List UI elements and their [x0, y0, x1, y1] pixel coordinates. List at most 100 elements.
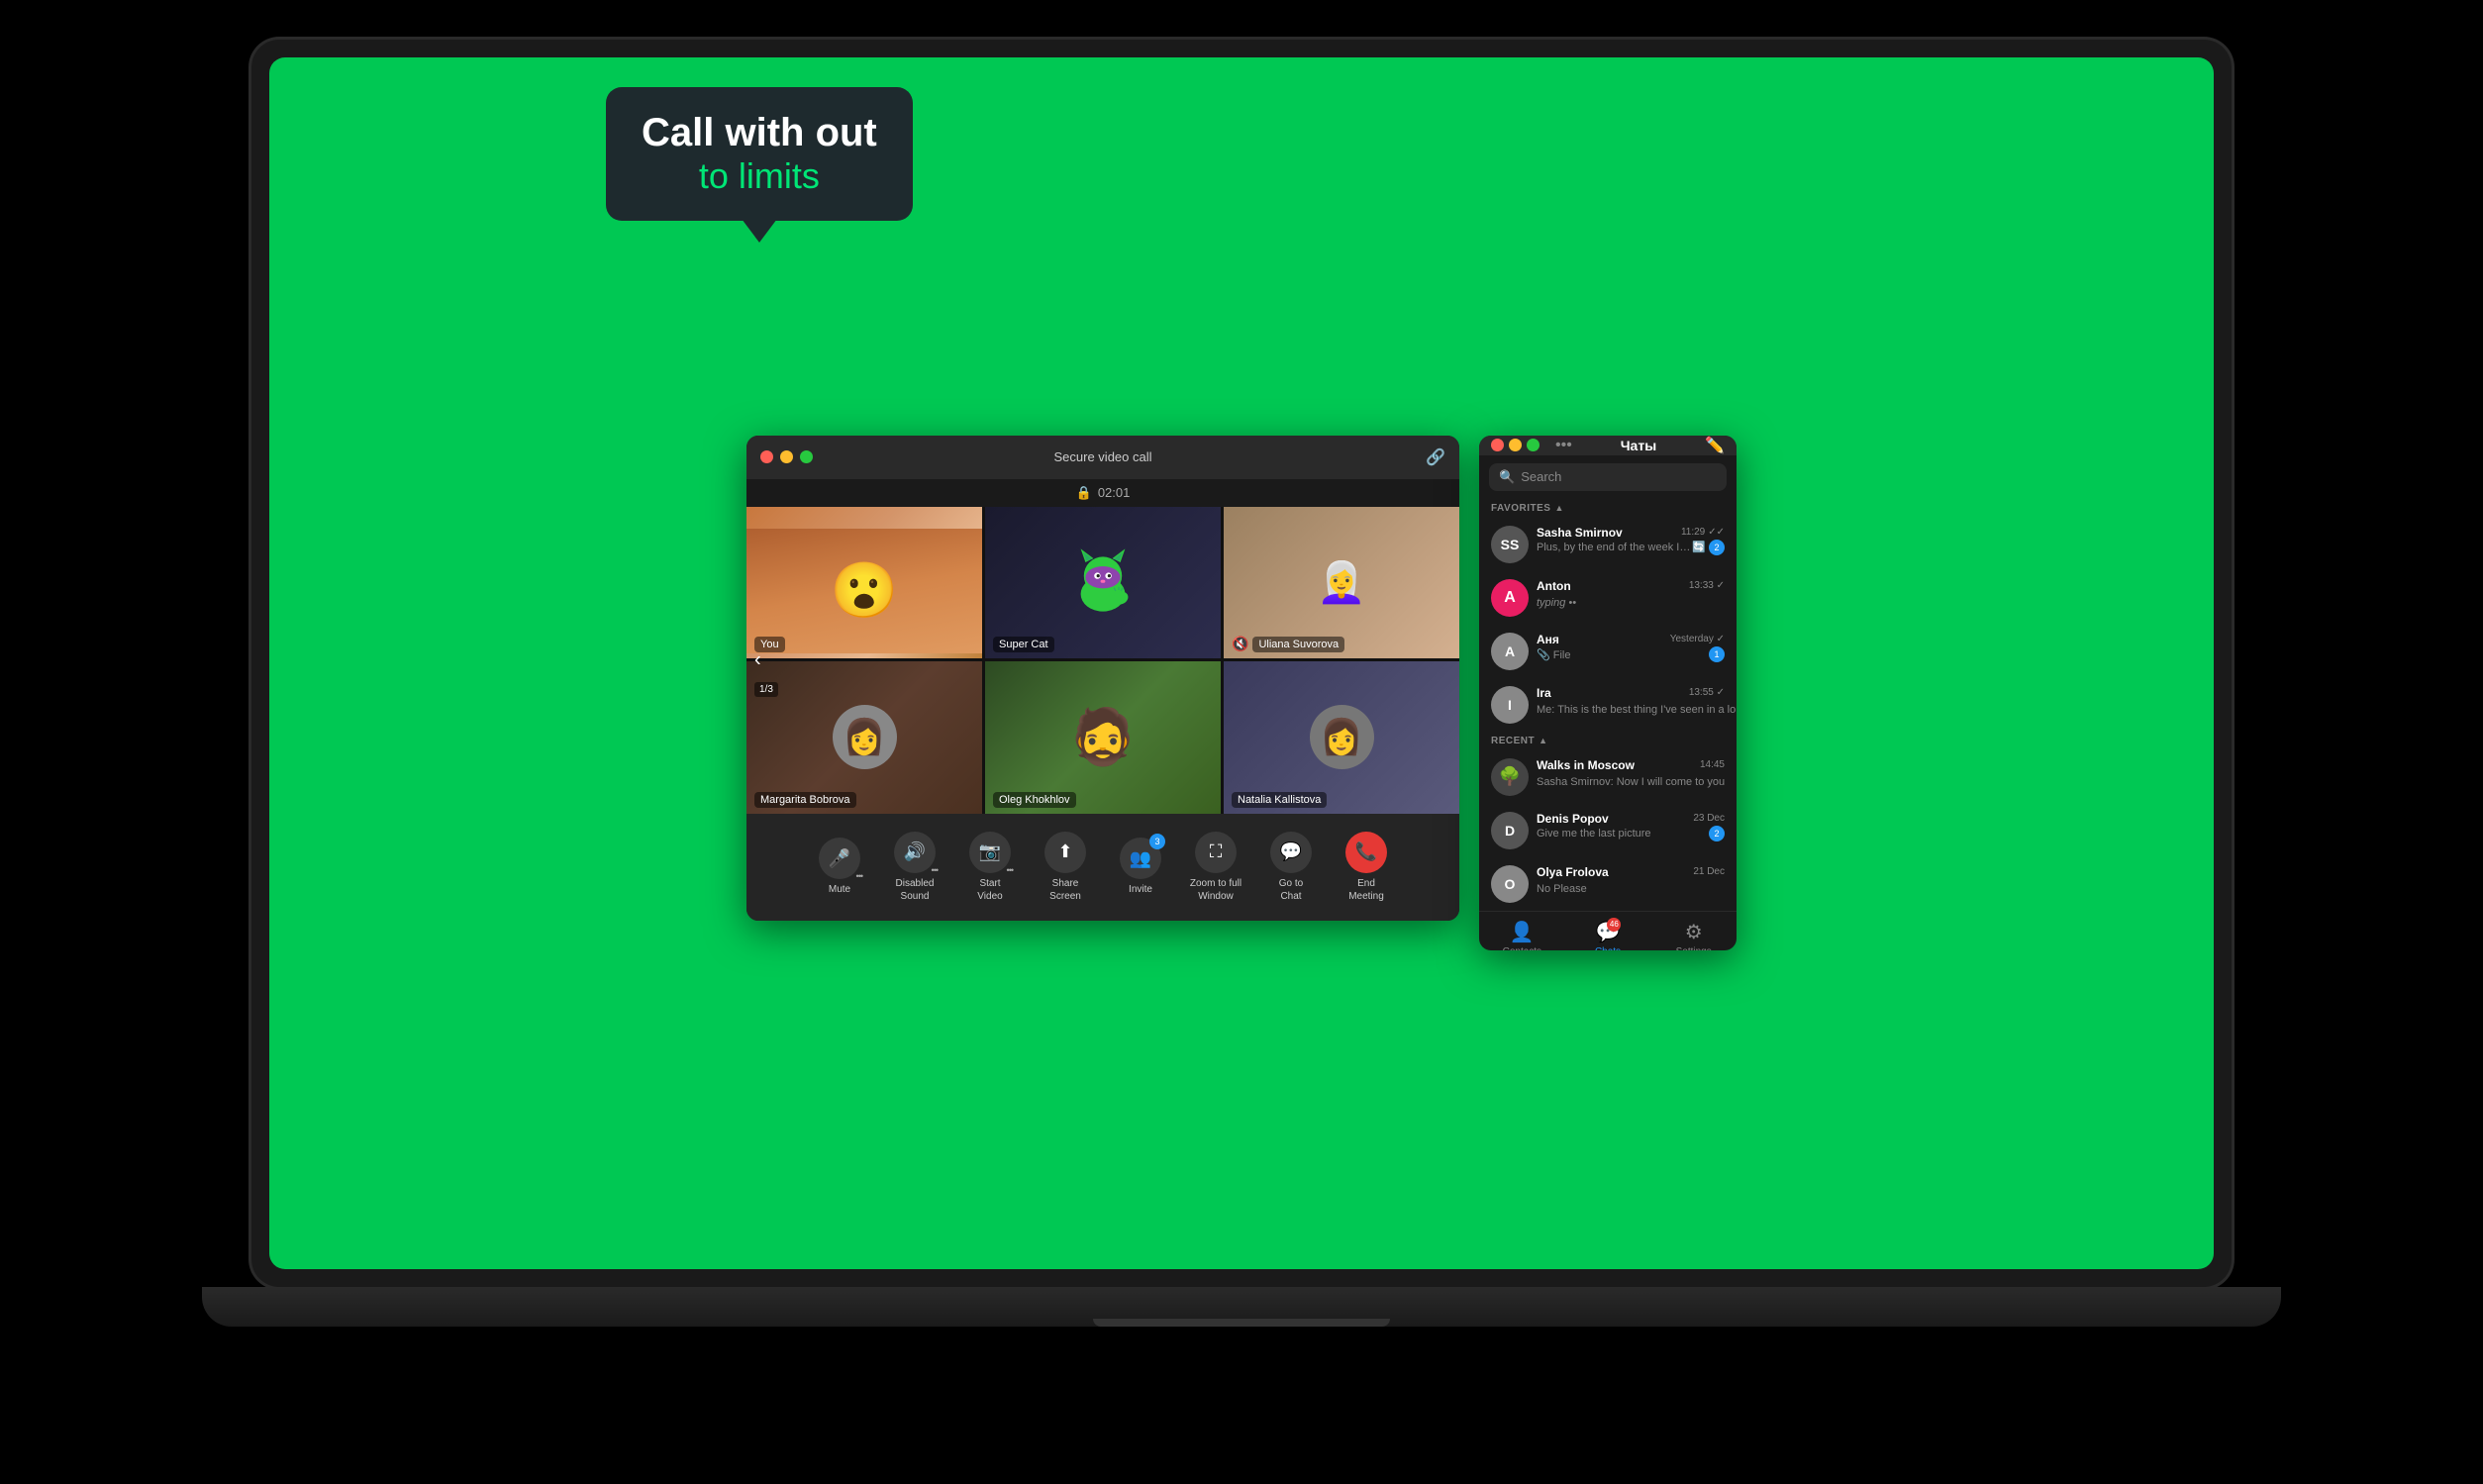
screen-content: Secure video call 🔗 🔒 02:01 ‹ 1/3 — [746, 436, 1737, 950]
chat-item-sasha[interactable]: SS Sasha Smirnov 11:29 ✓✓ Plus, by the e — [1479, 518, 1737, 571]
chat-traffic-lights — [1491, 439, 1539, 451]
settings-label: Settings — [1676, 946, 1712, 950]
page-indicator: 1/3 — [754, 682, 778, 697]
chat-item-walks[interactable]: 🌳 Walks in Moscow 14:45 Sasha Smirnov: N… — [1479, 750, 1737, 804]
zoom-label: Zoom to fullWindow — [1190, 877, 1242, 903]
zoom-window-button[interactable]: ⛶ Zoom to fullWindow — [1180, 826, 1251, 909]
go-to-chat-label: Go toChat — [1279, 877, 1303, 903]
screen-bezel: Call with out to limits Secure video cal… — [251, 40, 2232, 1287]
mute-button[interactable]: 🎤 ••• Mute — [804, 832, 875, 902]
chat-fullscreen[interactable] — [1527, 439, 1539, 451]
chat-titlebar: ••• Чаты ✏️ — [1479, 436, 1737, 455]
walks-content: Walks in Moscow 14:45 Sasha Smirnov: Now… — [1537, 758, 1725, 790]
disabled-sound-icon: 🔊 ••• — [894, 832, 936, 873]
anya-badge: 1 — [1709, 646, 1725, 662]
nav-contacts[interactable]: 👤 Contacts — [1479, 920, 1565, 950]
mute-dots: ••• — [856, 871, 862, 881]
ira-content: Ira 13:55 ✓ Me: This is the best thing I… — [1537, 686, 1725, 718]
avatar-olya: O — [1491, 865, 1529, 903]
sound-dots: ••• — [932, 865, 938, 875]
chat-more-icon[interactable]: ••• — [1555, 437, 1572, 454]
chat-bottom-nav: 👤 Contacts 💬 Chats 46 ⚙ Settings — [1479, 911, 1737, 950]
label-margarita: Margarita Bobrova — [754, 792, 856, 808]
fullscreen-button[interactable] — [800, 450, 813, 463]
chat-item-ira[interactable]: I Ira 13:55 ✓ Me: This is the best thing… — [1479, 678, 1737, 732]
invite-label: Invite — [1129, 883, 1152, 896]
share-screen-label: ShareScreen — [1049, 877, 1081, 903]
start-video-label: StartVideo — [977, 877, 1002, 903]
control-bar: 🎤 ••• Mute 🔊 ••• DisabledSound — [746, 814, 1459, 921]
label-uliana: Uliana Suvorova — [1252, 637, 1344, 652]
denis-content: Denis Popov 23 Dec Give me the last pict… — [1537, 812, 1725, 841]
laptop: Call with out to limits Secure video cal… — [152, 40, 2331, 1445]
zoom-icon: ⛶ — [1195, 832, 1237, 873]
label-oleg: Oleg Khokhlov — [993, 792, 1076, 808]
search-placeholder: Search — [1521, 469, 1561, 484]
link-icon: 🔗 — [1426, 447, 1445, 467]
go-to-chat-button[interactable]: 💬 Go toChat — [1255, 826, 1327, 909]
compose-icon[interactable]: ✏️ — [1705, 436, 1725, 455]
minimize-button[interactable] — [780, 450, 793, 463]
denis-time: 23 Dec — [1693, 813, 1725, 824]
bubble-line1: Call with out — [642, 111, 877, 155]
start-video-icon: 📷 ••• — [969, 832, 1011, 873]
recent-chevron: ▲ — [1539, 736, 1547, 745]
share-screen-button[interactable]: ⬆ ShareScreen — [1030, 826, 1101, 909]
anya-time: Yesterday ✓ — [1670, 634, 1725, 644]
avatar-sasha: SS — [1491, 526, 1529, 563]
recent-label: RECENT — [1491, 736, 1535, 746]
share-screen-icon: ⬆ — [1044, 832, 1086, 873]
favorites-label: FAVORITES — [1491, 503, 1550, 514]
chat-item-olya[interactable]: O Olya Frolova 21 Dec No Please — [1479, 857, 1737, 911]
chat-close[interactable] — [1491, 439, 1504, 451]
search-box[interactable]: 🔍 Search — [1489, 463, 1727, 491]
chat-panel-title: Чаты — [1582, 438, 1695, 453]
disabled-sound-button[interactable]: 🔊 ••• DisabledSound — [879, 826, 950, 909]
denis-badge: 2 — [1709, 826, 1725, 841]
video-call-window: Secure video call 🔗 🔒 02:01 ‹ 1/3 — [746, 436, 1459, 921]
cat-mascot — [1063, 543, 1142, 622]
start-video-button[interactable]: 📷 ••• StartVideo — [954, 826, 1026, 909]
close-button[interactable] — [760, 450, 773, 463]
nav-chats[interactable]: 💬 Chats 46 — [1565, 920, 1651, 950]
chat-item-anya[interactable]: А Аня Yesterday ✓ 📎 File 1 — [1479, 625, 1737, 678]
contacts-icon: 👤 — [1510, 920, 1535, 944]
avatar-denis: D — [1491, 812, 1529, 849]
chat-search-area: 🔍 Search — [1479, 455, 1737, 499]
video-cell-natalia: 👩 Natalia Kallistova — [1224, 661, 1459, 814]
recent-header: RECENT ▲ — [1479, 732, 1737, 750]
video-cell-supercat: Super Cat — [985, 507, 1221, 659]
chat-panel: ••• Чаты ✏️ 🔍 Search FAVORITES — [1479, 436, 1737, 950]
video-grid: ‹ 1/3 😮 You — [746, 507, 1459, 814]
sasha-time: 11:29 ✓✓ — [1681, 527, 1725, 538]
sasha-header: Sasha Smirnov 11:29 ✓✓ — [1537, 526, 1725, 540]
avatar-anya: А — [1491, 633, 1529, 670]
mute-icon: 🎤 ••• — [819, 838, 860, 879]
nav-settings[interactable]: ⚙ Settings — [1650, 920, 1737, 950]
end-meeting-button[interactable]: 📞 EndMeeting — [1331, 826, 1402, 909]
olya-header: Olya Frolova 21 Dec — [1537, 865, 1725, 879]
chat-minimize[interactable] — [1509, 439, 1522, 451]
anya-preview: 📎 File — [1537, 648, 1570, 661]
ira-preview: Me: This is the best thing I've seen in … — [1537, 704, 1737, 716]
sasha-icons: 🔄 2 — [1692, 540, 1725, 555]
chats-label: Chats — [1595, 946, 1621, 950]
chats-badge: 46 — [1607, 918, 1621, 932]
sasha-read-icon: ✓✓ — [1708, 527, 1725, 538]
label-supercat: Super Cat — [993, 637, 1054, 652]
chat-item-denis[interactable]: D Denis Popov 23 Dec Give me the last pi… — [1479, 804, 1737, 857]
video-cell-uliana: 👩‍🦳 🔇 Uliana Suvorova — [1224, 507, 1459, 659]
end-meeting-label: EndMeeting — [1348, 877, 1384, 903]
avatar-ira: I — [1491, 686, 1529, 724]
invite-button[interactable]: 👥 3 Invite — [1105, 832, 1176, 902]
call-timer: 02:01 — [1098, 485, 1131, 500]
ira-name: Ira — [1537, 686, 1551, 700]
avatar-anton: A — [1491, 579, 1529, 617]
sasha-name: Sasha Smirnov — [1537, 526, 1623, 540]
chat-item-anton[interactable]: A Anton 13:33 ✓ typing •• — [1479, 571, 1737, 625]
prev-page-arrow[interactable]: ‹ — [754, 648, 761, 671]
window-title: Secure video call — [1054, 449, 1152, 464]
sasha-badge: 2 — [1709, 540, 1725, 555]
walks-name: Walks in Moscow — [1537, 758, 1635, 772]
lock-icon: 🔒 — [1076, 485, 1092, 501]
